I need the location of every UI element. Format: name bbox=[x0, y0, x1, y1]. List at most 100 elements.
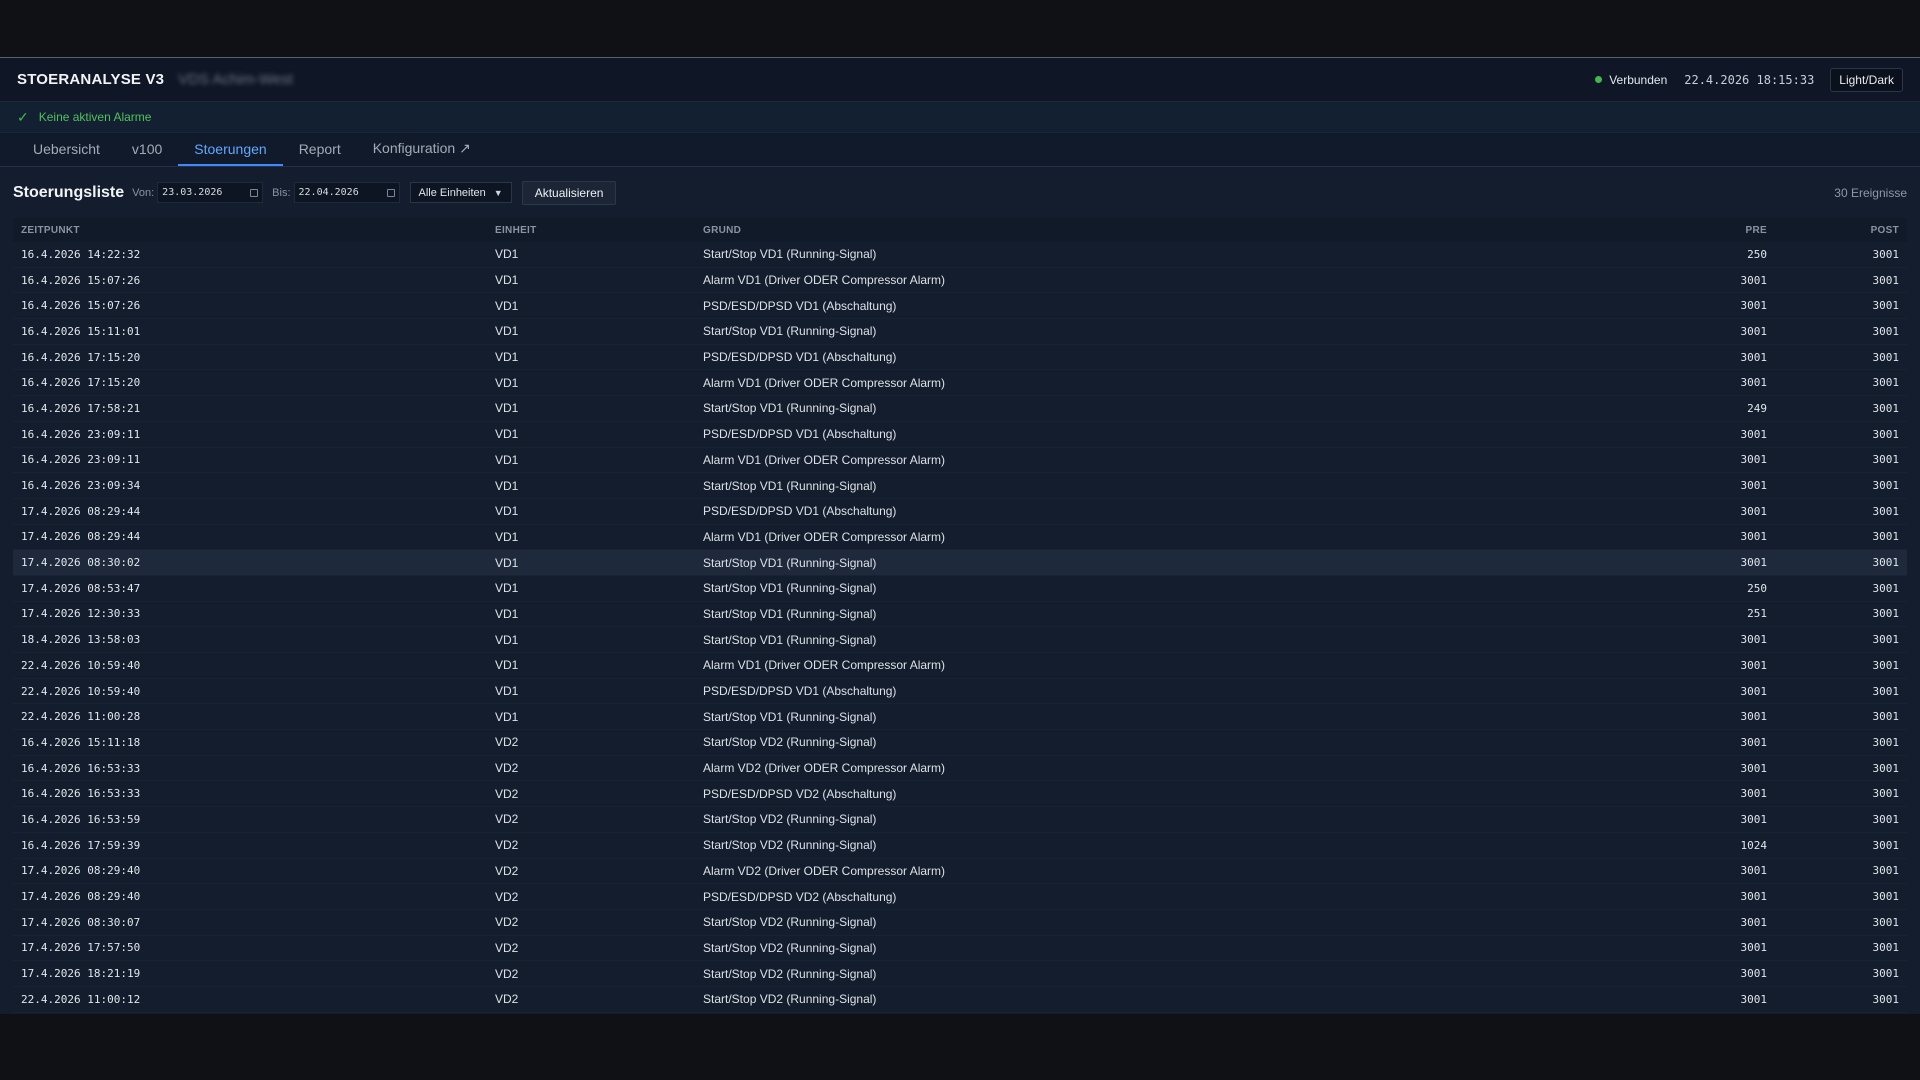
cell-zeitpunkt: 16.4.2026 17:15:20 bbox=[21, 376, 141, 390]
cell-pre: 3001 bbox=[1740, 992, 1768, 1006]
cell-einheit: VD1 bbox=[495, 478, 519, 493]
tab-v100[interactable]: v100 bbox=[116, 141, 178, 166]
app-window: STOERANALYSE V3 VDS Achim-West Verbunden… bbox=[0, 57, 1920, 1014]
cell-post: 3001 bbox=[1872, 915, 1900, 929]
cell-zeitpunkt: 16.4.2026 16:53:33 bbox=[21, 761, 141, 775]
cell-zeitpunkt: 22.4.2026 10:59:40 bbox=[21, 658, 141, 672]
cell-pre: 3001 bbox=[1740, 812, 1768, 826]
cell-zeitpunkt: 17.4.2026 17:57:50 bbox=[21, 941, 141, 955]
table-row[interactable]: 16.4.2026 23:09:11 VD1 PSD/ESD/DPSD VD1 (A… bbox=[13, 422, 1907, 448]
cell-einheit: VD1 bbox=[495, 632, 519, 647]
table-row[interactable]: 22.4.2026 10:59:40 VD1 PSD/ESD/DPSD VD1 (A… bbox=[13, 679, 1907, 705]
cell-post: 3001 bbox=[1872, 273, 1900, 287]
cell-einheit: VD1 bbox=[495, 452, 519, 467]
cell-einheit: VD1 bbox=[495, 427, 519, 442]
cell-pre: 3001 bbox=[1740, 504, 1768, 518]
column-header-zeitpunkt[interactable]: ZEITPUNKT bbox=[13, 225, 495, 236]
site-name: VDS Achim-West bbox=[178, 71, 293, 88]
unit-filter-select[interactable]: Alle Einheiten ▼ bbox=[409, 182, 512, 203]
refresh-button[interactable]: Aktualisieren bbox=[521, 180, 617, 205]
table-row[interactable]: 16.4.2026 16:53:33 VD2 Alarm VD2 (Driver O… bbox=[13, 756, 1907, 782]
table-row[interactable]: 16.4.2026 17:15:20 VD1 PSD/ESD/DPSD VD1 (A… bbox=[13, 345, 1907, 371]
cell-post: 3001 bbox=[1872, 710, 1900, 724]
cell-grund: Start/Stop VD2 (Running-Signal) bbox=[703, 992, 877, 1007]
table-row[interactable]: 16.4.2026 15:07:26 VD1 PSD/ESD/DPSD VD1 (A… bbox=[13, 293, 1907, 320]
cell-grund: Start/Stop VD1 (Running-Signal) bbox=[703, 478, 877, 493]
table-row[interactable]: 16.4.2026 17:15:20 VD1 Alarm VD1 (Driver O… bbox=[13, 370, 1907, 397]
cell-zeitpunkt: 16.4.2026 15:07:26 bbox=[21, 299, 141, 313]
cell-grund: Start/Stop VD2 (Running-Signal) bbox=[703, 966, 877, 981]
cell-post: 3001 bbox=[1872, 479, 1900, 493]
column-header-pre[interactable]: PRE bbox=[1553, 225, 1767, 236]
table-row[interactable]: 17.4.2026 18:21:19 VD2 Start/Stop VD2 (Run… bbox=[13, 961, 1907, 987]
cell-post: 3001 bbox=[1872, 992, 1900, 1006]
tab-uebersicht[interactable]: Uebersicht bbox=[17, 141, 116, 166]
cell-einheit: VD1 bbox=[495, 581, 519, 596]
table-row[interactable]: 16.4.2026 17:58:21 VD1 Start/Stop VD1 (Run… bbox=[13, 396, 1907, 422]
table-body: 16.4.2026 14:22:32 VD1 Start/Stop VD1 (Run… bbox=[13, 242, 1907, 1013]
table-row[interactable]: 17.4.2026 17:57:50 VD2 Start/Stop VD2 (Run… bbox=[13, 936, 1907, 962]
cell-post: 3001 bbox=[1872, 812, 1900, 826]
from-date-input[interactable]: 23.03.2026 bbox=[157, 182, 264, 203]
table-row[interactable]: 16.4.2026 15:11:01 VD1 Start/Stop VD1 (Run… bbox=[13, 319, 1907, 345]
calendar-icon[interactable] bbox=[250, 188, 259, 197]
calendar-icon[interactable] bbox=[386, 188, 395, 197]
table-row[interactable]: 18.4.2026 13:58:03 VD1 Start/Stop VD1 (Run… bbox=[13, 627, 1907, 653]
tab-stoerungen[interactable]: Stoerungen bbox=[178, 141, 283, 166]
cell-post: 3001 bbox=[1872, 967, 1900, 981]
check-icon: ✓ bbox=[17, 108, 29, 125]
table-row[interactable]: 17.4.2026 08:53:47 VD1 Start/Stop VD1 (Run… bbox=[13, 576, 1907, 602]
cell-grund: Alarm VD2 (Driver ODER Compressor Alarm) bbox=[703, 761, 946, 776]
column-header-post[interactable]: POST bbox=[1767, 225, 1907, 236]
table-header: ZEITPUNKT EINHEIT GRUND PRE POST bbox=[13, 218, 1907, 242]
event-count: 30 Ereignisse bbox=[1834, 185, 1907, 200]
cell-zeitpunkt: 16.4.2026 23:09:11 bbox=[21, 427, 141, 441]
table-row[interactable]: 17.4.2026 08:30:07 VD2 Start/Stop VD2 (Run… bbox=[13, 910, 1907, 936]
cell-pre: 3001 bbox=[1740, 530, 1768, 544]
cell-grund: Start/Stop VD2 (Running-Signal) bbox=[703, 915, 877, 930]
table-row[interactable]: 16.4.2026 16:53:33 VD2 PSD/ESD/DPSD VD2 (A… bbox=[13, 781, 1907, 808]
cell-post: 3001 bbox=[1872, 941, 1900, 955]
table-row[interactable]: 22.4.2026 11:00:12 VD2 Start/Stop VD2 (Run… bbox=[13, 987, 1907, 1013]
table-row[interactable]: 16.4.2026 15:11:18 VD2 Start/Stop VD2 (Run… bbox=[13, 730, 1907, 756]
table-row[interactable]: 17.4.2026 08:29:40 VD2 PSD/ESD/DPSD VD2 (A… bbox=[13, 884, 1907, 910]
table-row[interactable]: 16.4.2026 23:09:11 VD1 Alarm VD1 (Driver O… bbox=[13, 448, 1907, 474]
cell-grund: PSD/ESD/DPSD VD1 (Abschaltung) bbox=[703, 427, 897, 442]
table-row[interactable]: 16.4.2026 14:22:32 VD1 Start/Stop VD1 (Run… bbox=[13, 242, 1907, 268]
table-row[interactable]: 17.4.2026 08:29:44 VD1 PSD/ESD/DPSD VD1 (A… bbox=[13, 499, 1907, 525]
cell-pre: 3001 bbox=[1740, 427, 1768, 441]
cell-post: 3001 bbox=[1872, 350, 1900, 364]
to-date-input[interactable]: 22.04.2026 bbox=[293, 182, 400, 203]
tab-konfiguration[interactable]: Konfiguration ↗ bbox=[357, 140, 487, 166]
theme-toggle-button[interactable]: Light/Dark bbox=[1830, 67, 1903, 92]
table-row[interactable]: 17.4.2026 08:29:44 VD1 Alarm VD1 (Driver O… bbox=[13, 525, 1907, 551]
cell-post: 3001 bbox=[1872, 376, 1900, 390]
page-title: Stoerungsliste bbox=[13, 183, 125, 201]
table-row[interactable]: 22.4.2026 11:00:28 VD1 Start/Stop VD1 (Run… bbox=[13, 704, 1907, 731]
cell-pre: 3001 bbox=[1740, 453, 1768, 467]
tab-report[interactable]: Report bbox=[283, 141, 357, 166]
cell-zeitpunkt: 17.4.2026 08:53:47 bbox=[21, 581, 141, 595]
cell-grund: Alarm VD1 (Driver ODER Compressor Alarm) bbox=[703, 452, 946, 467]
table-row[interactable]: 22.4.2026 10:59:40 VD1 Alarm VD1 (Driver O… bbox=[13, 653, 1907, 679]
cell-pre: 3001 bbox=[1740, 915, 1768, 929]
cell-post: 3001 bbox=[1872, 530, 1900, 544]
cell-post: 3001 bbox=[1872, 581, 1900, 595]
table-row[interactable]: 16.4.2026 15:07:26 VD1 Alarm VD1 (Driver O… bbox=[13, 268, 1907, 294]
cell-einheit: VD2 bbox=[495, 761, 519, 776]
cell-pre: 3001 bbox=[1740, 376, 1768, 390]
table-row[interactable]: 16.4.2026 23:09:34 VD1 Start/Stop VD1 (Run… bbox=[13, 473, 1907, 499]
cell-einheit: VD1 bbox=[495, 504, 519, 519]
column-header-grund[interactable]: GRUND bbox=[703, 225, 1553, 236]
table-row[interactable]: 17.4.2026 08:30:02 VD1 Start/Stop VD1 (Run… bbox=[13, 550, 1907, 576]
column-header-einheit[interactable]: EINHEIT bbox=[495, 225, 703, 236]
table-row[interactable]: 16.4.2026 16:53:59 VD2 Start/Stop VD2 (Run… bbox=[13, 807, 1907, 833]
table-row[interactable]: 16.4.2026 17:59:39 VD2 Start/Stop VD2 (Run… bbox=[13, 833, 1907, 859]
cell-zeitpunkt: 16.4.2026 14:22:32 bbox=[21, 247, 141, 261]
cell-grund: Start/Stop VD2 (Running-Signal) bbox=[703, 940, 877, 955]
chevron-down-icon: ▼ bbox=[493, 187, 503, 198]
cell-pre: 3001 bbox=[1740, 350, 1768, 364]
cell-einheit: VD2 bbox=[495, 838, 519, 853]
table-row[interactable]: 17.4.2026 08:29:40 VD2 Alarm VD2 (Driver O… bbox=[13, 859, 1907, 885]
table-row[interactable]: 17.4.2026 12:30:33 VD1 Start/Stop VD1 (Run… bbox=[13, 602, 1907, 628]
